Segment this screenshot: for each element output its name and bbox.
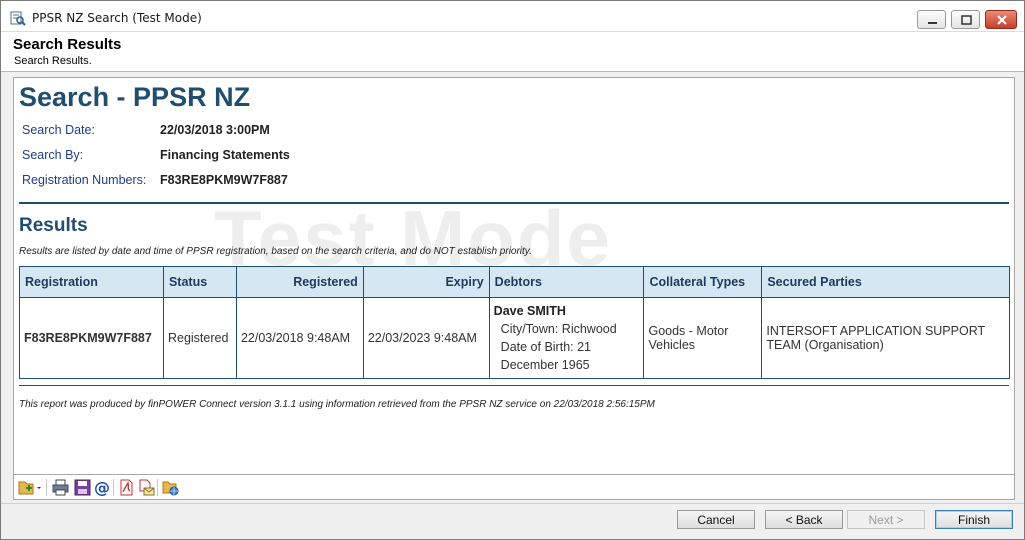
cancel-button[interactable]: Cancel (677, 510, 755, 529)
maximize-button[interactable] (951, 10, 980, 29)
column-header-status: Status (162, 266, 237, 298)
column-header-registration: Registration (19, 266, 164, 298)
toolbar-separator (157, 479, 158, 496)
minimize-button[interactable] (917, 10, 946, 29)
app-window: PPSR NZ Search (Test Mode) Search Result… (0, 0, 1025, 540)
debtor-dob: Date of Birth: 21 December 1965 (500, 340, 591, 372)
back-button[interactable]: < Back (765, 510, 843, 529)
title-bar: PPSR NZ Search (Test Mode) (1, 1, 1024, 32)
registration-numbers-value: F83RE8PKM9W7F887 (160, 173, 288, 187)
registered-cell: 22/03/2018 9:48AM (235, 297, 364, 379)
registration-link[interactable]: F83RE8PKM9W7F887 (19, 297, 164, 379)
search-date-value: 22/03/2018 3:00PM (160, 123, 270, 137)
minimize-icon (928, 22, 937, 24)
search-app-icon (10, 10, 26, 26)
column-header-registered: Registered (235, 266, 364, 298)
toolbar-separator (46, 479, 47, 496)
expiry-cell: 22/03/2023 9:48AM (362, 297, 490, 379)
column-header-collateral-types: Collateral Types (643, 266, 763, 298)
status-cell: Registered (162, 297, 237, 379)
results-note: Results are listed by date and time of P… (19, 246, 532, 257)
maximize-icon (961, 15, 972, 25)
print-icon[interactable] (52, 479, 69, 496)
close-button[interactable] (985, 10, 1017, 29)
table-header-row: Registration Status Registered Expiry De… (19, 266, 1010, 298)
report-toolbar: @ (13, 475, 1015, 500)
save-icon[interactable] (74, 479, 91, 496)
results-heading: Results (19, 215, 88, 236)
footer-divider (19, 385, 1009, 386)
pdf-icon[interactable] (118, 479, 135, 496)
report-footer-note: This report was produced by finPOWER Con… (19, 399, 655, 410)
toolbar-separator (113, 479, 114, 496)
column-header-expiry: Expiry (362, 266, 490, 298)
search-by-label: Search By: (22, 148, 84, 162)
column-header-debtors: Debtors (488, 266, 645, 298)
debtor-city: City/Town: Richwood (500, 322, 617, 336)
report-title: Search - PPSR NZ (19, 82, 251, 112)
web-export-icon[interactable] (162, 479, 179, 496)
email-icon[interactable]: @ (94, 478, 111, 497)
table-row: F83RE8PKM9W7F887 Registered 22/03/2018 9… (19, 297, 1010, 379)
debtor-cell: Dave SMITH City/Town: Richwood Date of B… (488, 297, 645, 379)
section-divider (19, 202, 1009, 204)
new-document-icon[interactable] (18, 479, 41, 496)
search-by-value: Financing Statements (160, 148, 290, 162)
window-title: PPSR NZ Search (Test Mode) (32, 11, 202, 25)
finish-button[interactable]: Finish (935, 510, 1013, 529)
page-subtitle: Search Results. (14, 55, 92, 67)
page-title: Search Results (13, 36, 122, 53)
wizard-header: Search Results Search Results. (1, 32, 1024, 72)
search-date-label: Search Date: (22, 123, 95, 137)
debtor-name: Dave SMITH (493, 304, 566, 318)
close-icon (997, 15, 1007, 25)
results-table: Registration Status Registered Expiry De… (19, 266, 1010, 379)
collateral-cell: Goods - Motor Vehicles (643, 297, 763, 379)
pdf-email-icon[interactable] (138, 479, 155, 496)
next-button[interactable]: Next > (847, 510, 925, 529)
svg-text:@: @ (94, 479, 110, 496)
secured-parties-cell: INTERSOFT APPLICATION SUPPORT TEAM (Orga… (761, 297, 1010, 379)
report-panel[interactable]: Test Mode Search - PPSR NZ Search Date: … (13, 77, 1015, 475)
button-bar-divider (1, 503, 1024, 504)
column-header-secured-parties: Secured Parties (761, 266, 1010, 298)
registration-numbers-label: Registration Numbers: (22, 173, 147, 187)
